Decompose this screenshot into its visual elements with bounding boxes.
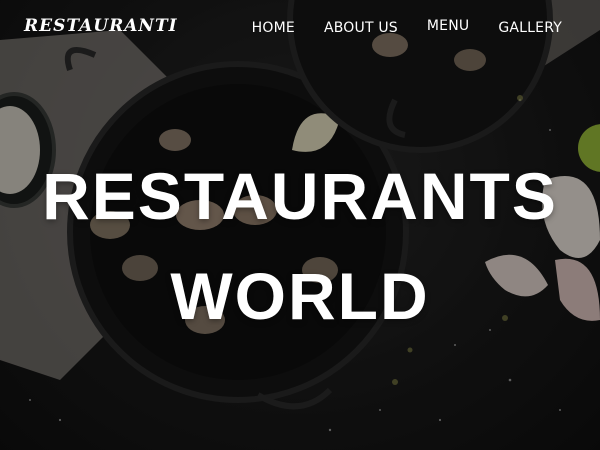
site-logo[interactable]: RESTAURANTI	[24, 16, 178, 36]
top-navbar: RESTAURANTI HOME ABOUT US MENU GALLERY	[0, 0, 600, 56]
hero-title-line-1: RESTAURANTS	[42, 159, 558, 233]
nav-item-menu: MENU	[427, 18, 469, 37]
nav-item-about-us: ABOUT US	[324, 19, 398, 37]
hero-title: RESTAURANTS WORLD	[0, 146, 600, 346]
nav-item-gallery: GALLERY	[498, 19, 562, 37]
hero-title-line-2: WORLD	[170, 259, 430, 333]
nav-link-gallery[interactable]: GALLERY	[498, 20, 562, 36]
nav-link-home[interactable]: HOME	[252, 20, 295, 36]
nav-link-about-us[interactable]: ABOUT US	[324, 20, 398, 36]
main-navigation: HOME ABOUT US MENU GALLERY	[252, 18, 562, 37]
nav-link-menu[interactable]: MENU	[427, 18, 469, 34]
nav-item-home: HOME	[252, 19, 295, 37]
hero-section: RESTAURANTI HOME ABOUT US MENU GALLERY R…	[0, 0, 600, 450]
